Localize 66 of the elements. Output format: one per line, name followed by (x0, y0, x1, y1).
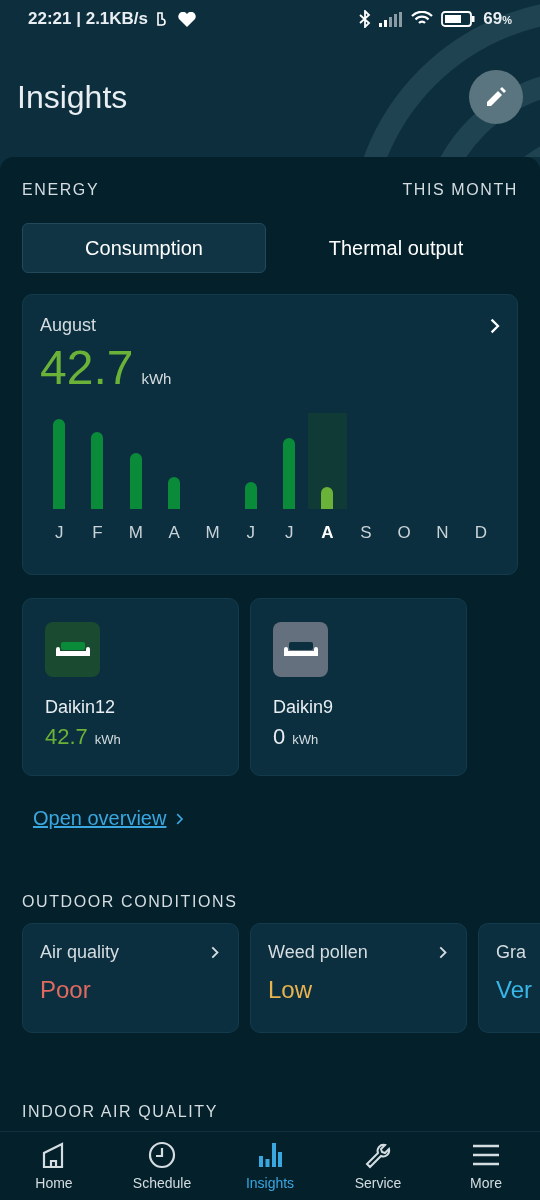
device-name: Daikin9 (273, 697, 335, 718)
month-axis-label: J (283, 523, 295, 543)
condition-value: Ver (496, 975, 533, 1005)
bluetooth-icon (359, 10, 372, 28)
battery-percent: 69% (483, 9, 512, 29)
month-bar (244, 482, 257, 509)
clock-icon (148, 1141, 176, 1169)
condition-label: Weed pollen (268, 942, 368, 963)
unit-label: kWh (94, 732, 121, 747)
condition-label: Gra (496, 942, 526, 963)
pencil-icon (485, 86, 507, 108)
month-axis-label: M (127, 523, 144, 543)
month-axis-label: A (167, 523, 181, 543)
chevron-icon (176, 812, 184, 825)
wrench-icon (364, 1141, 392, 1169)
condition-card[interactable]: Weed pollen Low (250, 923, 467, 1033)
condition-label: Air quality (40, 942, 120, 963)
month-bar (283, 437, 296, 509)
month-bar (168, 477, 181, 509)
nav-tab[interactable]: Insights (216, 1132, 324, 1200)
chevron-icon (211, 946, 219, 959)
consumption-card[interactable]: August 42.7 kWh J F M A M J J A S O N D (22, 294, 518, 575)
status-time: 22:21 | 2.1KB/s (28, 9, 149, 29)
month-axis-label: D (473, 523, 488, 543)
month-axis-label: J (245, 523, 257, 543)
device-card[interactable]: Daikin9 0 kWh (250, 598, 467, 776)
month-bar (321, 486, 334, 509)
month-label: August (40, 315, 97, 336)
device-name: Daikin12 (45, 697, 117, 718)
edit-button[interactable] (469, 70, 523, 124)
section-heading: ENERGY (22, 181, 100, 199)
condition-card[interactable]: Gra Ver (478, 923, 540, 1033)
bar-chart-icon (256, 1141, 284, 1169)
section-heading: INDOOR AIR QUALITY (22, 1103, 218, 1121)
condition-value: Low (268, 975, 314, 1005)
chevron-icon (439, 946, 447, 959)
month-bar (129, 453, 142, 509)
device-card[interactable]: Daikin12 42.7 kWh (22, 598, 239, 776)
unit-label: kWh (141, 370, 172, 387)
nav-tab[interactable]: More (432, 1132, 540, 1200)
page-title: Insights (17, 78, 129, 116)
month-axis-label: N (435, 523, 450, 543)
month-axis-label: A (320, 523, 335, 543)
chevron-icon (490, 317, 500, 334)
heart-icon (178, 11, 197, 27)
section-heading: OUTDOOR CONDITIONS (22, 893, 238, 911)
month-axis-label: J (53, 523, 65, 543)
month-axis-label: F (91, 523, 104, 543)
period-label: THIS MONTH (402, 181, 518, 199)
condition-card[interactable]: Air quality Poor (22, 923, 239, 1033)
month-axis-label: M (204, 523, 221, 543)
nav-tab[interactable]: Service (324, 1132, 432, 1200)
open-overview-link[interactable]: Open overview (33, 807, 167, 830)
nav-tab[interactable]: Schedule (108, 1132, 216, 1200)
battery-icon (441, 11, 476, 27)
unit-label: kWh (292, 732, 319, 747)
energy-value: 42.7 (40, 340, 134, 395)
condition-value: Poor (40, 975, 92, 1005)
month-axis-label: S (359, 523, 373, 543)
nav-tab[interactable]: Home (0, 1132, 108, 1200)
segment-tab[interactable]: Consumption (22, 223, 266, 273)
device-energy-value: 42.7 (45, 724, 88, 750)
month-axis-label: O (396, 523, 412, 543)
device-energy-value: 0 (273, 724, 286, 750)
segment-tab[interactable]: Thermal output (274, 223, 518, 273)
signal-icon (379, 11, 404, 27)
